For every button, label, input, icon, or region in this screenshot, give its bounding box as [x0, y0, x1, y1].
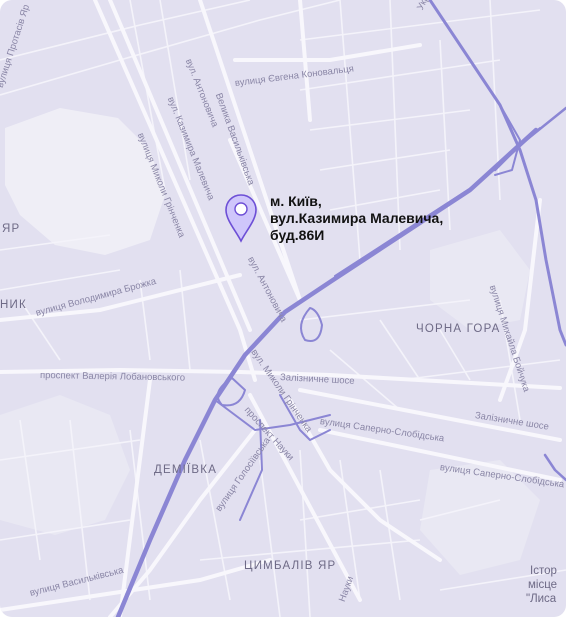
park-area: [5, 108, 165, 255]
address-city: м. Київ,: [270, 193, 322, 209]
map-base: [0, 0, 566, 617]
map-pin-icon[interactable]: [224, 193, 258, 245]
park-area: [0, 395, 130, 535]
address-street: вул.Казимира Малевича,: [270, 210, 444, 226]
address-building: буд.86И: [270, 227, 325, 243]
map[interactable]: вулиця Протасів Яр вулиця Євгена Коновал…: [0, 0, 566, 617]
address-label: м. Київ, вул.Казимира Малевича, буд.86И: [270, 193, 443, 244]
park-area: [430, 230, 530, 330]
